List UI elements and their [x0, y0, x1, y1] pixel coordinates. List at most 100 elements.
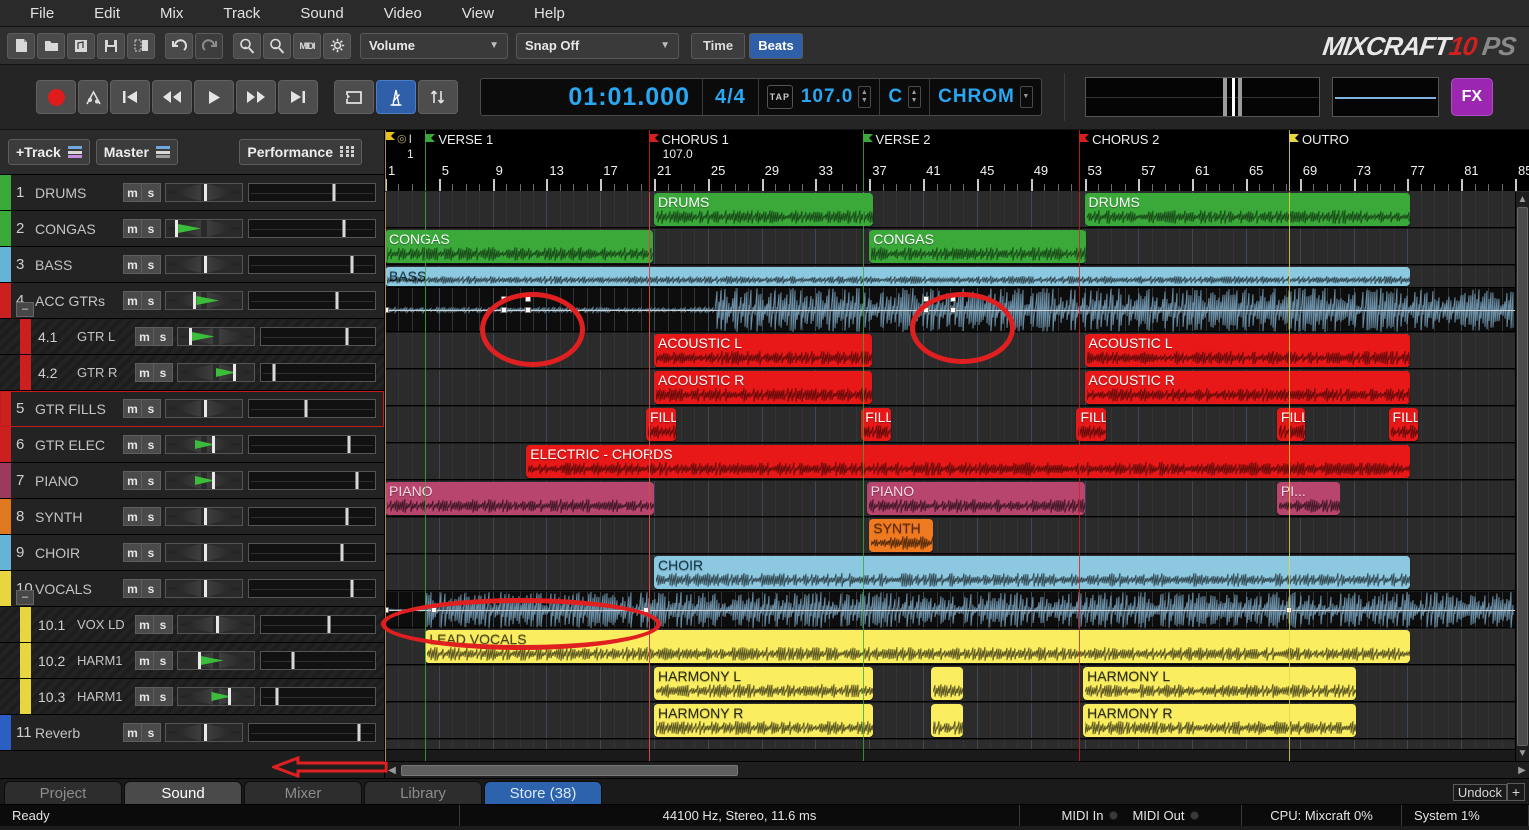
- gear-icon[interactable]: [323, 32, 351, 59]
- open-folder-icon[interactable]: [37, 32, 65, 59]
- tap-tempo-button[interactable]: TAP: [766, 85, 793, 109]
- track-row-synth[interactable]: 8 SYNTH m s: [0, 499, 384, 535]
- mute-button[interactable]: m: [123, 255, 142, 274]
- mute-button[interactable]: m: [123, 399, 142, 418]
- solo-button[interactable]: s: [154, 687, 173, 706]
- mute-button[interactable]: m: [135, 327, 154, 346]
- mute-button[interactable]: m: [123, 471, 142, 490]
- track-row-acc-gtrs[interactable]: 4 ACC GTRs m s –: [0, 283, 384, 319]
- master-button[interactable]: Master: [95, 139, 178, 165]
- pan-control[interactable]: [177, 363, 255, 382]
- go-to-end-button[interactable]: [278, 80, 318, 114]
- pan-control[interactable]: [165, 219, 243, 238]
- loop-button[interactable]: [334, 80, 374, 114]
- volume-fader[interactable]: [248, 255, 376, 274]
- audio-clip[interactable]: DRUMS: [654, 193, 874, 226]
- menu-item-track[interactable]: Track: [203, 0, 280, 27]
- automation-node[interactable]: [950, 296, 956, 302]
- mute-button[interactable]: m: [123, 219, 142, 238]
- audio-clip[interactable]: BASS: [385, 267, 1411, 286]
- record-button[interactable]: [36, 80, 76, 114]
- track-row-harm1[interactable]: 10.2 HARM1 m s: [0, 643, 384, 679]
- automation-node[interactable]: [524, 296, 531, 302]
- play-button[interactable]: [194, 80, 234, 114]
- pan-control[interactable]: [177, 327, 255, 346]
- audio-clip[interactable]: [931, 704, 964, 737]
- solo-button[interactable]: s: [154, 651, 173, 670]
- playhead[interactable]: [648, 192, 650, 761]
- marker-tempo[interactable]: 107.0: [663, 147, 693, 161]
- metronome-button[interactable]: [376, 80, 416, 114]
- track-name[interactable]: SYNTH: [35, 509, 123, 525]
- volume-fader[interactable]: [248, 723, 376, 742]
- audio-clip[interactable]: ELECTRIC - CHORDS: [526, 445, 1411, 478]
- audio-clip[interactable]: ACOUSTIC L: [654, 334, 872, 367]
- mute-button[interactable]: m: [135, 687, 154, 706]
- menu-item-sound[interactable]: Sound: [280, 0, 363, 27]
- pan-control[interactable]: [165, 579, 243, 598]
- track-row-reverb[interactable]: 11 Reverb m s: [0, 715, 384, 751]
- track-name[interactable]: CONGAS: [35, 221, 123, 237]
- volume-fader[interactable]: [260, 687, 376, 706]
- solo-button[interactable]: s: [142, 399, 161, 418]
- timeline-lane[interactable]: [385, 407, 1529, 443]
- track-row-drums[interactable]: 1 DRUMS m s: [0, 175, 384, 211]
- new-file-icon[interactable]: [7, 32, 35, 59]
- timeline-marker-verse-2[interactable]: VERSE 2: [862, 133, 930, 146]
- volume-fader[interactable]: [248, 399, 376, 418]
- audio-clip[interactable]: HARMONY R: [654, 704, 874, 737]
- mute-button[interactable]: m: [123, 507, 142, 526]
- volume-fader[interactable]: [248, 543, 376, 562]
- volume-fader[interactable]: [248, 183, 376, 202]
- mute-button[interactable]: m: [123, 291, 142, 310]
- timeline-ruler[interactable]: 1 5 9 13 17 21 25 29 33 37 41 45 49 53 57 61 65 69 73 77 81 8…: [385, 130, 1529, 192]
- volume-fader[interactable]: [248, 507, 376, 526]
- mute-button[interactable]: m: [123, 183, 142, 202]
- track-row-harm1[interactable]: 10.3 HARM1 m s: [0, 679, 384, 715]
- tab-sound[interactable]: Sound: [124, 781, 242, 804]
- audio-clip[interactable]: CHOIR: [654, 556, 1411, 589]
- track-row-piano[interactable]: 7 PIANO m s: [0, 463, 384, 499]
- pan-control[interactable]: [165, 723, 243, 742]
- pan-control[interactable]: [165, 291, 243, 310]
- solo-button[interactable]: s: [142, 471, 161, 490]
- solo-button[interactable]: s: [142, 183, 161, 202]
- beats-mode-button[interactable]: Beats: [749, 32, 803, 59]
- audio-clip[interactable]: HARMONY L: [654, 667, 874, 700]
- automation-node[interactable]: [950, 307, 956, 313]
- audio-clip[interactable]: FILL: [861, 408, 891, 441]
- scroll-down-icon[interactable]: ▼: [1518, 748, 1528, 759]
- timeline-marker-chorus-1[interactable]: CHORUS 1: [648, 133, 729, 146]
- track-name[interactable]: HARM1: [77, 689, 135, 704]
- audio-clip[interactable]: ACOUSTIC L: [1084, 334, 1411, 367]
- timeline-marker-outro[interactable]: OUTRO: [1289, 133, 1349, 146]
- tab-library[interactable]: Library: [364, 781, 482, 804]
- audio-clip[interactable]: FILL: [1388, 408, 1419, 441]
- collapse-button[interactable]: –: [16, 302, 34, 317]
- mute-button[interactable]: m: [135, 363, 154, 382]
- automation-node[interactable]: [500, 307, 507, 313]
- track-name[interactable]: GTR ELEC: [35, 437, 123, 453]
- solo-button[interactable]: s: [142, 543, 161, 562]
- sort-button[interactable]: [418, 80, 458, 114]
- pan-control[interactable]: [165, 471, 243, 490]
- menu-item-help[interactable]: Help: [514, 0, 585, 27]
- tab-project[interactable]: Project: [4, 781, 122, 804]
- track-list[interactable]: 1 DRUMS m s 2 CONGAS m s 3 BASS m s 4 ACC GTRs m s –4.1 G…: [0, 175, 384, 778]
- undo-icon[interactable]: [165, 32, 193, 59]
- solo-button[interactable]: s: [142, 219, 161, 238]
- collapse-button[interactable]: –: [16, 590, 34, 605]
- solo-button[interactable]: s: [142, 291, 161, 310]
- automation-lane[interactable]: [385, 592, 1515, 628]
- volume-fader[interactable]: [248, 291, 376, 310]
- volume-fader[interactable]: [260, 363, 376, 382]
- redo-icon[interactable]: [195, 32, 223, 59]
- pan-control[interactable]: [165, 255, 243, 274]
- mute-button[interactable]: m: [135, 615, 154, 634]
- timeline-lane[interactable]: [385, 740, 1529, 750]
- solo-button[interactable]: s: [142, 579, 161, 598]
- automation-node[interactable]: [923, 307, 930, 313]
- track-row-gtr-elec[interactable]: 6 GTR ELEC m s: [0, 427, 384, 463]
- menu-item-edit[interactable]: Edit: [74, 0, 140, 27]
- track-name[interactable]: Reverb: [35, 725, 123, 741]
